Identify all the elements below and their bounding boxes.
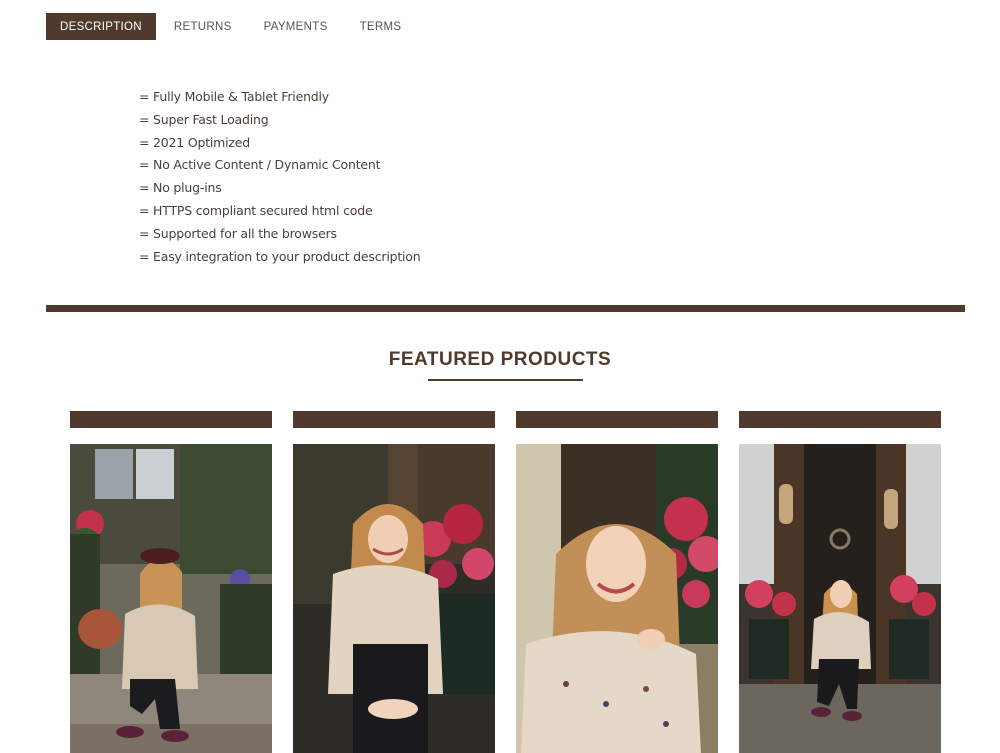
feature-item: = Supported for all the browsers [139, 225, 337, 241]
featured-products-title: FEATURED PRODUCTS [388, 349, 612, 370]
tab-terms[interactable]: TERMS [344, 13, 418, 40]
product-card[interactable] [293, 411, 495, 753]
feature-item: = Super Fast Loading [139, 111, 269, 127]
title-underline [428, 379, 583, 381]
product-card[interactable] [516, 411, 718, 753]
product-photo[interactable] [516, 444, 718, 753]
product-photo[interactable] [739, 444, 941, 753]
product-card[interactable] [70, 411, 272, 753]
product-photo[interactable] [293, 444, 495, 753]
product-card-bar [516, 411, 718, 428]
product-photo[interactable] [70, 444, 272, 753]
feature-item: = No Active Content / Dynamic Content [139, 157, 381, 173]
feature-item: = 2021 Optimized [139, 134, 251, 150]
section-divider [46, 305, 965, 312]
tab-returns[interactable]: RETURNS [158, 13, 248, 40]
feature-item: = Fully Mobile & Tablet Friendly [139, 89, 329, 104]
feature-item: = Easy integration to your product descr… [139, 248, 421, 264]
tab-payments[interactable]: PAYMENTS [248, 13, 344, 40]
description-tabs: DESCRIPTION RETURNS PAYMENTS TERMS [46, 13, 417, 40]
feature-item: = HTTPS compliant secured html code [139, 202, 373, 218]
product-description-page: DESCRIPTION RETURNS PAYMENTS TERMS = Ful… [0, 0, 1000, 753]
product-card-bar [70, 411, 272, 428]
feature-list: = Fully Mobile & Tablet Friendly = Super… [139, 86, 421, 268]
feature-item: = No plug-ins [139, 180, 222, 196]
product-card[interactable] [739, 411, 941, 753]
product-card-bar [739, 411, 941, 428]
product-card-bar [293, 411, 495, 428]
featured-products-grid [70, 411, 941, 753]
tab-description[interactable]: DESCRIPTION [46, 13, 156, 40]
